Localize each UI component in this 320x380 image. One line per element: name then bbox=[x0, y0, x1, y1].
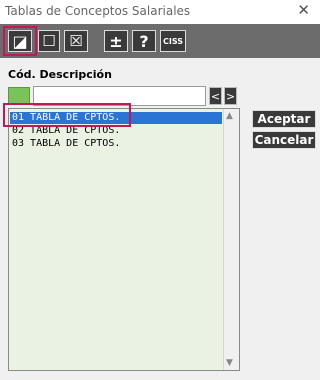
concept-table-list[interactable]: 01 TABLA DE CPTOS. 02 TABLA DE CPTOS. 03… bbox=[8, 108, 240, 371]
selected-tool-highlight bbox=[3, 26, 37, 56]
vertical-scrollbar[interactable]: ▲ ▼ bbox=[223, 109, 239, 370]
toolbar: ◪ ☐ ☒ ± ? CISS bbox=[0, 24, 320, 58]
plus-minus-icon[interactable]: ± bbox=[104, 30, 128, 52]
selected-row-highlight bbox=[3, 103, 131, 127]
list-item[interactable]: 03 TABLA DE CPTOS. bbox=[10, 138, 222, 150]
column-header-descripcion: Descripción bbox=[39, 68, 112, 81]
ciss-icon[interactable]: CISS bbox=[160, 30, 186, 52]
list-header: Cód. Descripción bbox=[8, 68, 112, 81]
close-icon[interactable]: ✕ bbox=[297, 1, 310, 19]
unchecked-box-icon[interactable]: ☐ bbox=[38, 30, 60, 52]
title-bar: Tablas de Conceptos Salariales ✕ bbox=[0, 0, 320, 24]
window-title: Tablas de Conceptos Salariales bbox=[5, 4, 191, 18]
help-question-icon[interactable]: ? bbox=[132, 30, 156, 52]
prev-arrow-icon[interactable]: < bbox=[209, 87, 222, 105]
accept-button[interactable]: Aceptar bbox=[252, 110, 316, 128]
next-arrow-icon[interactable]: > bbox=[224, 87, 237, 105]
scroll-down-icon[interactable]: ▼ bbox=[226, 358, 233, 368]
scroll-up-icon[interactable]: ▲ bbox=[226, 111, 233, 121]
checked-x-box-icon[interactable]: ☒ bbox=[64, 30, 88, 52]
cancel-button[interactable]: Cancelar bbox=[252, 131, 316, 149]
column-header-cod: Cód. bbox=[8, 68, 36, 81]
